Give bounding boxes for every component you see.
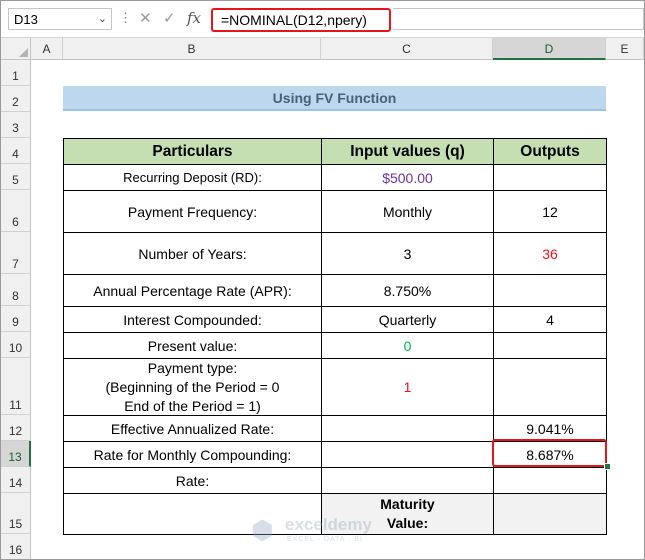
formula-input-extension[interactable] bbox=[393, 8, 644, 30]
table-row-label[interactable]: Effective Annualized Rate: bbox=[63, 415, 322, 442]
table-row-label[interactable]: Recurring Deposit (RD): bbox=[63, 164, 322, 191]
table-row-input[interactable] bbox=[321, 467, 494, 494]
payment-type-line: (Beginning of the Period = 0 bbox=[105, 378, 280, 395]
table-row-input[interactable]: 8.750% bbox=[321, 274, 494, 307]
table-row-label[interactable]: Rate: bbox=[63, 467, 322, 494]
row-header-3[interactable]: 3 bbox=[1, 112, 31, 138]
spreadsheet-window: D13 ⌄ ⋮ ✕ ✓ fx =NOMINAL(D12,npery) A B C… bbox=[0, 0, 645, 560]
header-input-values[interactable]: Input values (q) bbox=[321, 138, 494, 165]
table-row-label[interactable]: Number of Years: bbox=[63, 232, 322, 275]
row-header-7[interactable]: 7 bbox=[1, 232, 31, 274]
column-header-a[interactable]: A bbox=[31, 38, 63, 60]
table-row-input[interactable]: $500.00 bbox=[321, 164, 494, 191]
row-header-6[interactable]: 6 bbox=[1, 190, 31, 232]
table-row-input[interactable]: 0 bbox=[321, 332, 494, 359]
table-row-input[interactable] bbox=[321, 441, 494, 468]
table-row-output[interactable]: 12 bbox=[493, 190, 607, 233]
table-row-output[interactable] bbox=[493, 274, 607, 307]
table-row-label[interactable]: Present value: bbox=[63, 332, 322, 359]
table-row-input[interactable]: 1 bbox=[321, 358, 494, 416]
table-row-output[interactable]: 36 bbox=[493, 232, 607, 275]
row-header-2[interactable]: 2 bbox=[1, 86, 31, 112]
header-outputs[interactable]: Outputs bbox=[493, 138, 607, 165]
row-header-12[interactable]: 12 bbox=[1, 415, 31, 441]
chevron-down-icon[interactable]: ⌄ bbox=[98, 12, 107, 25]
row-header-4[interactable]: 4 bbox=[1, 138, 31, 164]
more-options-icon[interactable]: ⋮ bbox=[119, 10, 132, 26]
formula-bar: D13 ⌄ ⋮ ✕ ✓ fx =NOMINAL(D12,npery) bbox=[1, 1, 644, 38]
table-row-output[interactable] bbox=[493, 493, 607, 535]
payment-type-line: Payment type: bbox=[147, 359, 238, 376]
enter-icon[interactable]: ✓ bbox=[163, 9, 176, 27]
table-row-input[interactable]: 3 bbox=[321, 232, 494, 275]
table-row-label[interactable]: Interest Compounded: bbox=[63, 306, 322, 333]
table-row-input[interactable] bbox=[321, 415, 494, 442]
table-row-output[interactable] bbox=[493, 332, 607, 359]
row-header-14[interactable]: 14 bbox=[1, 467, 31, 493]
table-row-output[interactable] bbox=[493, 164, 607, 191]
fill-handle[interactable] bbox=[604, 463, 611, 470]
row-header-8[interactable]: 8 bbox=[1, 274, 31, 306]
table-row-output[interactable]: 9.041% bbox=[493, 415, 607, 442]
column-header-d[interactable]: D bbox=[493, 38, 606, 60]
payment-type-line: End of the Period = 1) bbox=[124, 397, 261, 414]
formula-buttons: ✕ ✓ fx bbox=[131, 8, 209, 30]
select-all-button[interactable] bbox=[1, 38, 31, 60]
table-row-label[interactable]: Rate for Monthly Compounding: bbox=[63, 441, 322, 468]
header-particulars[interactable]: Particulars bbox=[63, 138, 322, 165]
table-row-output[interactable] bbox=[493, 467, 607, 494]
name-box-value: D13 bbox=[14, 12, 38, 27]
formula-input[interactable]: =NOMINAL(D12,npery) bbox=[211, 8, 391, 32]
table-row-label[interactable]: Annual Percentage Rate (APR): bbox=[63, 274, 322, 307]
column-header-b[interactable]: B bbox=[63, 38, 321, 60]
row-header-11[interactable]: 11 bbox=[1, 358, 31, 415]
row-header-13[interactable]: 13 bbox=[1, 441, 31, 467]
maturity-label-line: Maturity bbox=[380, 496, 435, 512]
active-cell-highlight bbox=[492, 439, 607, 467]
column-header-e[interactable]: E bbox=[606, 38, 644, 60]
watermark-brand: exceldemy bbox=[285, 515, 372, 534]
watermark: ⬢ exceldemy EXCEL · DATA · BI bbox=[251, 513, 401, 549]
formula-text: =NOMINAL(D12,npery) bbox=[221, 12, 367, 28]
exceldemy-logo-icon: ⬢ bbox=[251, 515, 274, 545]
row-header-5[interactable]: 5 bbox=[1, 164, 31, 190]
table-row-label[interactable]: Payment type: (Beginning of the Period =… bbox=[63, 358, 322, 416]
row-header-15[interactable]: 15 bbox=[1, 493, 31, 534]
table-row-input[interactable]: Quarterly bbox=[321, 306, 494, 333]
table-row-output[interactable]: 4 bbox=[493, 306, 607, 333]
row-header-10[interactable]: 10 bbox=[1, 332, 31, 358]
table-row-input[interactable]: Monthly bbox=[321, 190, 494, 233]
table-row-label[interactable]: Payment Frequency: bbox=[63, 190, 322, 233]
row-header-9[interactable]: 9 bbox=[1, 306, 31, 332]
column-header-c[interactable]: C bbox=[321, 38, 493, 60]
watermark-tagline: EXCEL · DATA · BI bbox=[287, 536, 363, 543]
table-row-output[interactable] bbox=[493, 358, 607, 416]
sheet-title[interactable]: Using FV Function bbox=[63, 86, 606, 111]
cancel-icon[interactable]: ✕ bbox=[139, 9, 152, 27]
row-header-16[interactable]: 16 bbox=[1, 534, 31, 559]
row-header-1[interactable]: 1 bbox=[1, 60, 31, 86]
name-box[interactable]: D13 ⌄ bbox=[8, 8, 112, 30]
insert-function-icon[interactable]: fx bbox=[187, 9, 201, 27]
